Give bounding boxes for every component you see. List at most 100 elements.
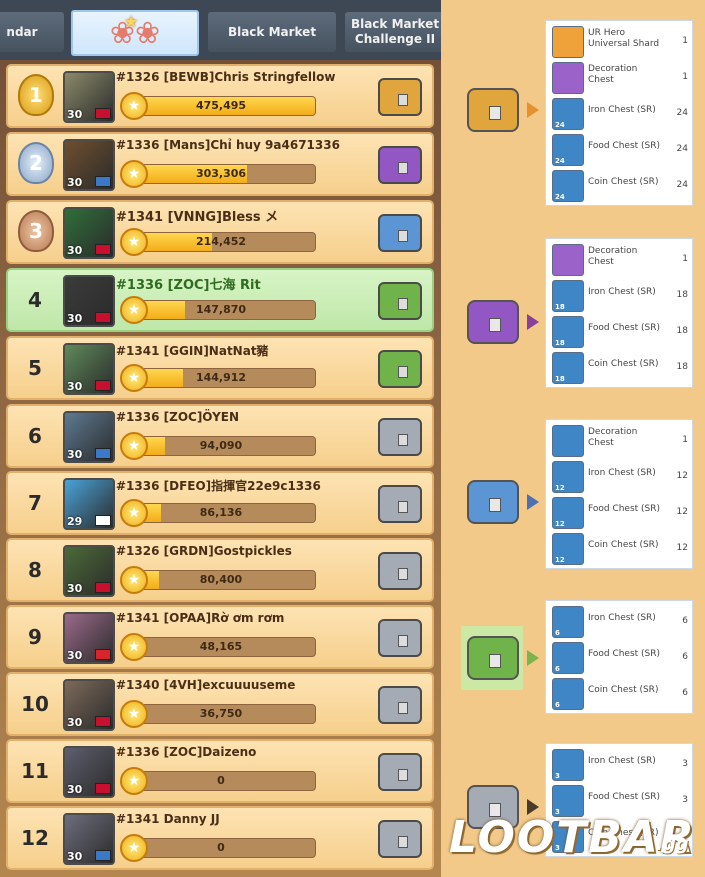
player-avatar[interactable]: 30 — [63, 411, 115, 463]
reward-quantity: 1 — [682, 254, 688, 264]
player-avatar[interactable]: 30 — [63, 71, 115, 123]
reward-item[interactable]: 6 Coin Chest (SR) 6 — [550, 677, 690, 711]
reward-chest-icon[interactable] — [378, 686, 422, 724]
player-avatar[interactable]: 30 — [63, 275, 115, 327]
reward-chest-icon[interactable] — [378, 282, 422, 320]
coin-chest-icon: 12 — [552, 533, 584, 565]
tier-chest-icon[interactable] — [467, 300, 519, 344]
score-bar: 0 — [126, 771, 316, 791]
player-avatar[interactable]: 30 — [63, 612, 115, 664]
reward-item[interactable]: 18 Food Chest (SR) 18 — [550, 315, 690, 349]
player-name: #1326 [BEWB]Chris Stringfellow — [116, 70, 336, 84]
reward-chest-icon[interactable] — [378, 552, 422, 590]
coin-star-icon: ★ — [120, 432, 148, 460]
tab-rose-event[interactable]: ❀❀ ★ — [71, 10, 199, 56]
coin-star-icon: ★ — [120, 364, 148, 392]
player-name: #1336 [ZOC]Daizeno — [116, 745, 257, 759]
reward-item[interactable]: Decoration Chest 1 — [550, 243, 690, 277]
country-flag-icon — [95, 108, 111, 119]
leaderboard-row[interactable]: 10 30 #1340 [4VH]excuuuuseme 36,750 ★ — [6, 672, 434, 736]
reward-item[interactable]: 12 Coin Chest (SR) 12 — [550, 532, 690, 566]
iron-chest-icon: 24 — [552, 98, 584, 130]
score-bar: 475,495 — [126, 96, 316, 116]
player-avatar[interactable]: 30 — [63, 343, 115, 395]
reward-item[interactable]: 6 Iron Chest (SR) 6 — [550, 605, 690, 639]
tier-arrow-icon — [527, 314, 539, 330]
leaderboard-row[interactable]: 6 30 #1336 [ZOC]ÖYEN 94,090 ★ — [6, 404, 434, 468]
score-value: 80,400 — [199, 573, 243, 586]
reward-quantity: 3 — [682, 795, 688, 805]
reward-quantity: 18 — [676, 290, 688, 300]
leaderboard-row[interactable]: 4 30 #1336 [ZOC]七海 Rit 147,870 ★ — [6, 268, 434, 332]
reward-chest-icon[interactable] — [378, 146, 422, 184]
rank-number: 2 — [29, 151, 43, 175]
reward-chest-icon[interactable] — [378, 418, 422, 456]
player-avatar[interactable]: 29 — [63, 478, 115, 530]
reward-item[interactable]: 18 Iron Chest (SR) 18 — [550, 279, 690, 313]
reward-count: 12 — [555, 484, 565, 492]
player-avatar[interactable]: 30 — [63, 679, 115, 731]
reward-chest-icon[interactable] — [378, 350, 422, 388]
tab-black-market-challenge[interactable]: Black Market Challenge II — [345, 12, 441, 52]
reward-item[interactable]: 6 Food Chest (SR) 6 — [550, 641, 690, 675]
player-level: 30 — [67, 380, 83, 393]
tab-black-market[interactable]: Black Market — [208, 12, 336, 52]
reward-name: Food Chest (SR) — [588, 141, 661, 151]
leaderboard-row[interactable]: 11 30 #1336 [ZOC]Daizeno 0 ★ — [6, 739, 434, 803]
reward-item[interactable]: 24 Food Chest (SR) 24 — [550, 133, 690, 167]
reward-count: 24 — [555, 157, 565, 165]
reward-item[interactable]: Decoration Chest 1 — [550, 424, 690, 458]
leaderboard-row[interactable]: 3 30 #1341 [VNNG]Bless メ 214,452 ★ — [6, 200, 434, 264]
tier-chest-icon[interactable] — [467, 636, 519, 680]
reward-chest-icon[interactable] — [378, 820, 422, 858]
player-level: 30 — [67, 649, 83, 662]
coin-chest-icon: 24 — [552, 170, 584, 202]
reward-item[interactable]: 12 Iron Chest (SR) 12 — [550, 460, 690, 494]
player-avatar[interactable]: 30 — [63, 746, 115, 798]
leaderboard-row[interactable]: 12 30 #1341 Danny JJ 0 ★ — [6, 806, 434, 870]
reward-item[interactable]: Decoration Chest 1 — [550, 61, 690, 95]
iron-chest-icon: 12 — [552, 461, 584, 493]
leaderboard-row[interactable]: 2 30 #1336 [Mans]Chỉ huy 9a4671336 303,3… — [6, 132, 434, 196]
rank-number: 12 — [21, 826, 49, 850]
reward-chest-icon[interactable] — [378, 78, 422, 116]
reward-quantity: 18 — [676, 326, 688, 336]
reward-item[interactable]: 12 Food Chest (SR) 12 — [550, 496, 690, 530]
leaderboard-row[interactable]: 1 30 #1326 [BEWB]Chris Stringfellow 475,… — [6, 64, 434, 128]
country-flag-icon — [95, 244, 111, 255]
player-name: #1341 Danny JJ — [116, 812, 220, 826]
tier-chest-icon[interactable] — [467, 88, 519, 132]
reward-chest-icon[interactable] — [378, 214, 422, 252]
reward-name: Iron Chest (SR) — [588, 613, 656, 623]
leaderboard-panel: ndar ❀❀ ★ Black Market Black Market Chall… — [0, 0, 441, 877]
player-name: #1336 [ZOC]七海 Rit — [116, 278, 261, 293]
reward-chest-icon[interactable] — [378, 619, 422, 657]
player-avatar[interactable]: 30 — [63, 139, 115, 191]
coin-star-icon: ★ — [120, 92, 148, 120]
player-avatar[interactable]: 30 — [63, 207, 115, 259]
player-level: 30 — [67, 244, 83, 257]
reward-list: Decoration Chest 1 18 Iron Chest (SR) 18… — [545, 238, 693, 388]
reward-chest-icon[interactable] — [378, 485, 422, 523]
leaderboard-row[interactable]: 8 30 #1326 [GRDN]Gostpickles 80,400 ★ — [6, 538, 434, 602]
leaderboard-row[interactable]: 5 30 #1341 [GGIN]NatNat豬 144,912 ★ — [6, 336, 434, 400]
decoration-chest-icon — [552, 244, 584, 276]
reward-item[interactable]: 18 Coin Chest (SR) 18 — [550, 351, 690, 385]
player-avatar[interactable]: 30 — [63, 813, 115, 865]
reward-name: Iron Chest (SR) — [588, 105, 656, 115]
reward-quantity: 24 — [676, 144, 688, 154]
reward-item[interactable]: 24 Iron Chest (SR) 24 — [550, 97, 690, 131]
tab-calendar[interactable]: ndar — [0, 12, 64, 52]
reward-item[interactable]: UR Hero Universal Shard 1 — [550, 25, 690, 59]
reward-item[interactable]: 24 Coin Chest (SR) 24 — [550, 169, 690, 203]
coin-star-icon: ★ — [120, 160, 148, 188]
player-avatar[interactable]: 30 — [63, 545, 115, 597]
coin-chest-icon: 18 — [552, 352, 584, 384]
leaderboard-row[interactable]: 9 30 #1341 [OPAA]Rờ ơm rơm 48,165 ★ — [6, 605, 434, 669]
reward-count: 18 — [555, 339, 565, 347]
reward-chest-icon[interactable] — [378, 753, 422, 791]
reward-item[interactable]: 3 Iron Chest (SR) 3 — [550, 748, 690, 782]
tier-chest-icon[interactable] — [467, 480, 519, 524]
leaderboard-row[interactable]: 7 29 #1336 [DFEO]指揮官22e9c1336 86,136 ★ — [6, 471, 434, 535]
reward-list: UR Hero Universal Shard 1 Decoration Che… — [545, 20, 693, 206]
